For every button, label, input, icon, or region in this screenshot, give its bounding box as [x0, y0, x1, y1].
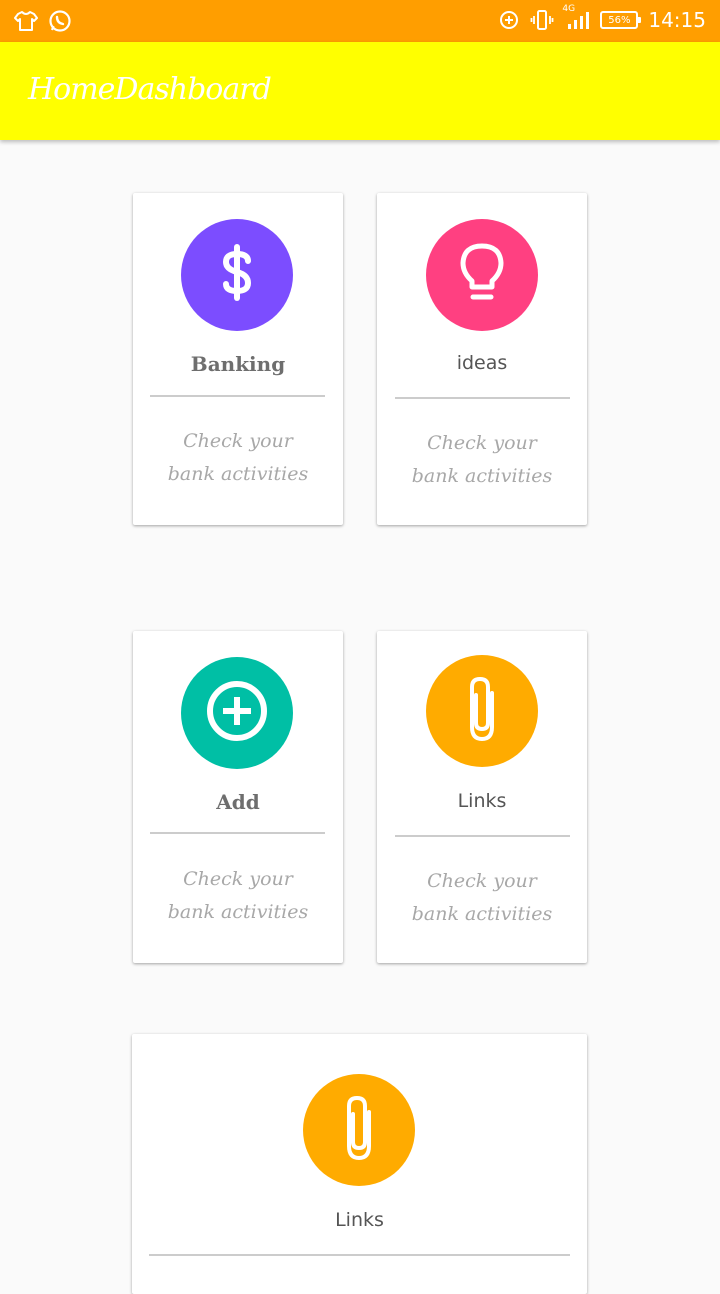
add-icon-circle	[181, 657, 293, 769]
battery-level: 56%	[608, 14, 631, 26]
battery-icon: 56%	[600, 11, 642, 29]
card-description: Check your bank activities	[411, 870, 553, 925]
paperclip-icon	[462, 673, 502, 749]
card-divider	[395, 835, 570, 837]
tshirt-icon	[14, 10, 38, 32]
app-title: HomeDashboard	[28, 72, 272, 107]
card-divider	[150, 395, 325, 397]
signal-icon: 4G	[562, 4, 590, 31]
card-ideas[interactable]: ideas Check your bank activities	[377, 193, 587, 525]
dollar-icon	[207, 241, 267, 309]
status-bar: 4G 56% 14:15	[0, 0, 720, 42]
card-links[interactable]: Links Check your bank activities	[377, 631, 587, 963]
card-divider	[395, 397, 570, 399]
card-title: Links	[457, 790, 507, 812]
clock: 14:15	[648, 8, 706, 32]
card-description: Check your bank activities	[167, 430, 309, 485]
card-title: Add	[216, 790, 260, 814]
links-icon-circle	[303, 1074, 415, 1186]
app-bar: HomeDashboard	[0, 42, 720, 140]
card-title: ideas	[456, 352, 508, 374]
card-links-wide[interactable]: Links	[132, 1034, 587, 1294]
network-type-label: 4G	[562, 4, 576, 14]
add-circle-icon	[204, 678, 270, 748]
card-banking[interactable]: Banking Check your bank activities	[133, 193, 343, 525]
lightbulb-icon	[454, 241, 510, 309]
card-description: Check your bank activities	[411, 432, 553, 487]
ideas-icon-circle	[426, 219, 538, 331]
card-description: Check your bank activities	[167, 868, 309, 923]
vibrate-icon	[530, 8, 554, 32]
status-bar-right: 4G 56% 14:15	[498, 4, 706, 32]
card-title: Links	[335, 1209, 384, 1231]
links-icon-circle	[426, 655, 538, 767]
banking-icon-circle	[181, 219, 293, 331]
card-add[interactable]: Add Check your bank activities	[133, 631, 343, 963]
card-divider	[150, 832, 325, 834]
status-bar-left	[14, 9, 72, 33]
card-divider	[149, 1254, 570, 1256]
data-saver-icon	[498, 9, 520, 31]
paperclip-icon	[339, 1092, 379, 1168]
whatsapp-icon	[48, 9, 72, 33]
card-title: Banking	[190, 352, 286, 376]
